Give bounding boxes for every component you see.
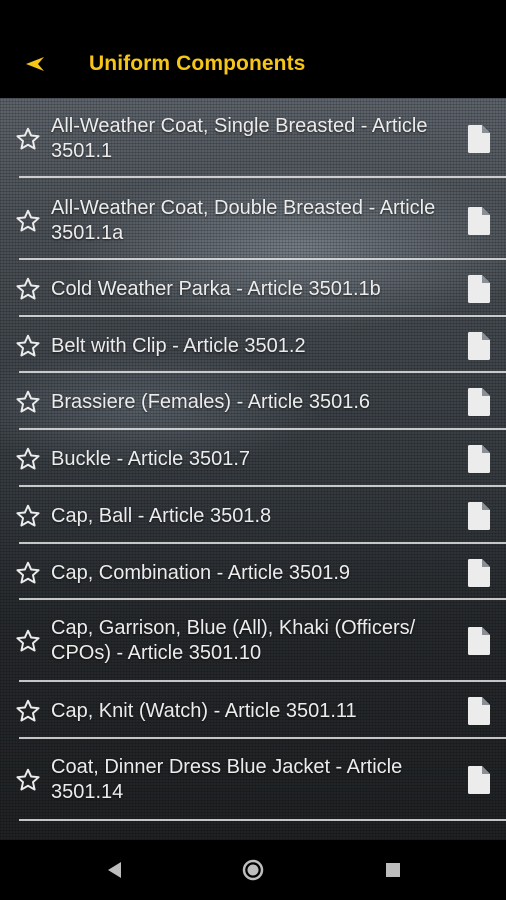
item-label: Coat, Dinner Dress Blue Jacket - Article… [51,756,403,803]
list-item[interactable]: Cap, Combination - Article 3501.9 [0,556,506,590]
document-icon[interactable] [467,627,491,655]
divider [19,737,506,739]
document-icon[interactable] [467,445,491,473]
star-outline-icon[interactable] [15,698,41,724]
app-bar: Uniform Components [0,0,506,98]
divider [19,371,506,373]
component-list[interactable]: All-Weather Coat, Single Breasted - Arti… [0,98,506,840]
star-outline-icon[interactable] [15,503,41,529]
divider [19,485,506,487]
item-label: Belt with Clip - Article 3501.2 [51,334,306,357]
list-item[interactable]: All-Weather Coat, Single Breasted - Arti… [0,112,506,166]
item-label: Buckle - Article 3501.7 [51,447,250,470]
document-icon[interactable] [467,559,491,587]
star-outline-icon[interactable] [15,389,41,415]
divider [19,680,506,682]
list-item[interactable]: Cap, Knit (Watch) - Article 3501.11 [0,694,506,728]
document-icon[interactable] [467,275,491,303]
home-nav-icon[interactable] [241,858,265,882]
divider [19,176,506,178]
star-outline-icon[interactable] [15,276,41,302]
recents-nav-icon[interactable] [381,858,405,882]
divider [19,542,506,544]
star-outline-icon[interactable] [15,208,41,234]
list-item[interactable]: Brassiere (Females) - Article 3501.6 [0,385,506,419]
item-label: Cap, Ball - Article 3501.8 [51,504,272,527]
item-label: Cap, Combination - Article 3501.9 [51,561,351,584]
item-label: Brassiere (Females) - Article 3501.6 [51,390,371,413]
back-nav-icon[interactable] [102,858,126,882]
star-outline-icon[interactable] [15,333,41,359]
document-icon[interactable] [467,388,491,416]
document-icon[interactable] [467,207,491,235]
item-label: Cap, Garrison, Blue (All), Khaki (Office… [51,617,416,664]
system-nav-bar [0,840,506,900]
divider [19,598,506,600]
document-icon[interactable] [467,332,491,360]
list-item[interactable]: All-Weather Coat, Double Breasted - Arti… [0,194,506,248]
divider [19,315,506,317]
list-item[interactable]: Cap, Garrison, Blue (All), Khaki (Office… [0,614,506,668]
document-icon[interactable] [467,502,491,530]
star-outline-icon[interactable] [15,560,41,586]
document-icon[interactable] [467,766,491,794]
divider [19,428,506,430]
star-outline-icon[interactable] [15,126,41,152]
divider [19,819,506,821]
document-icon[interactable] [467,125,491,153]
item-label: Cap, Knit (Watch) - Article 3501.11 [51,699,357,722]
item-label: All-Weather Coat, Single Breasted - Arti… [51,115,428,162]
list-item[interactable]: Belt with Clip - Article 3501.2 [0,329,506,363]
page-title: Uniform Components [89,52,306,75]
item-label: Cold Weather Parka - Article 3501.1b [51,277,381,300]
star-outline-icon[interactable] [15,628,41,654]
list-item[interactable]: Buckle - Article 3501.7 [0,442,506,476]
back-arrow-icon [26,57,44,71]
star-outline-icon[interactable] [15,446,41,472]
list-item[interactable]: Coat, Dinner Dress Blue Jacket - Article… [0,753,506,807]
document-icon[interactable] [467,697,491,725]
star-outline-icon[interactable] [15,767,41,793]
divider [19,258,506,260]
item-label: All-Weather Coat, Double Breasted - Arti… [51,197,436,244]
list-item[interactable]: Cap, Ball - Article 3501.8 [0,499,506,533]
back-button[interactable] [24,52,48,76]
list-item[interactable]: Cold Weather Parka - Article 3501.1b [0,272,506,306]
